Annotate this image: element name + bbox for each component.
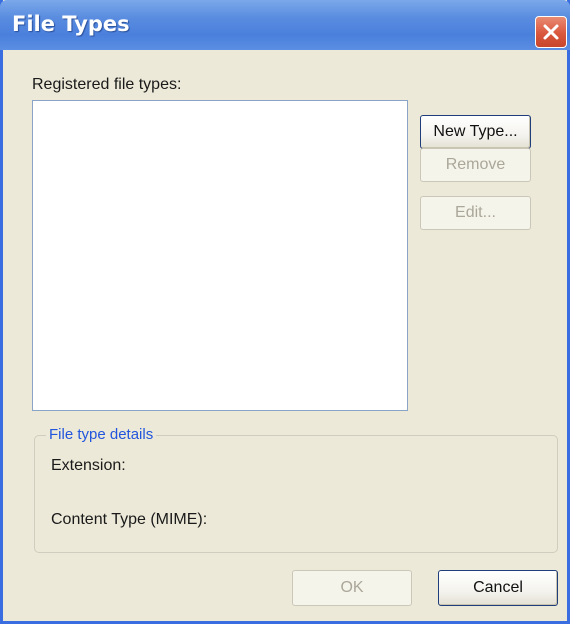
registered-file-types-list[interactable] [32,100,408,411]
file-type-details-group [34,435,558,553]
content-type-label: Content Type (MIME): [51,511,208,528]
registered-file-types-label: Registered file types: [32,76,182,93]
ok-button: OK [292,570,412,606]
title-bar[interactable]: File Types [0,0,570,50]
new-type-button[interactable]: New Type... [420,115,531,149]
file-type-details-title: File type details [46,426,157,443]
file-types-dialog: File Types Registered file types: New Ty… [0,0,570,624]
close-button[interactable] [535,16,567,48]
extension-label: Extension: [51,457,126,474]
cancel-button[interactable]: Cancel [438,570,558,606]
remove-button: Remove [420,148,531,182]
close-icon [543,24,559,40]
edit-button: Edit... [420,196,531,230]
window-title: File Types [12,12,130,36]
